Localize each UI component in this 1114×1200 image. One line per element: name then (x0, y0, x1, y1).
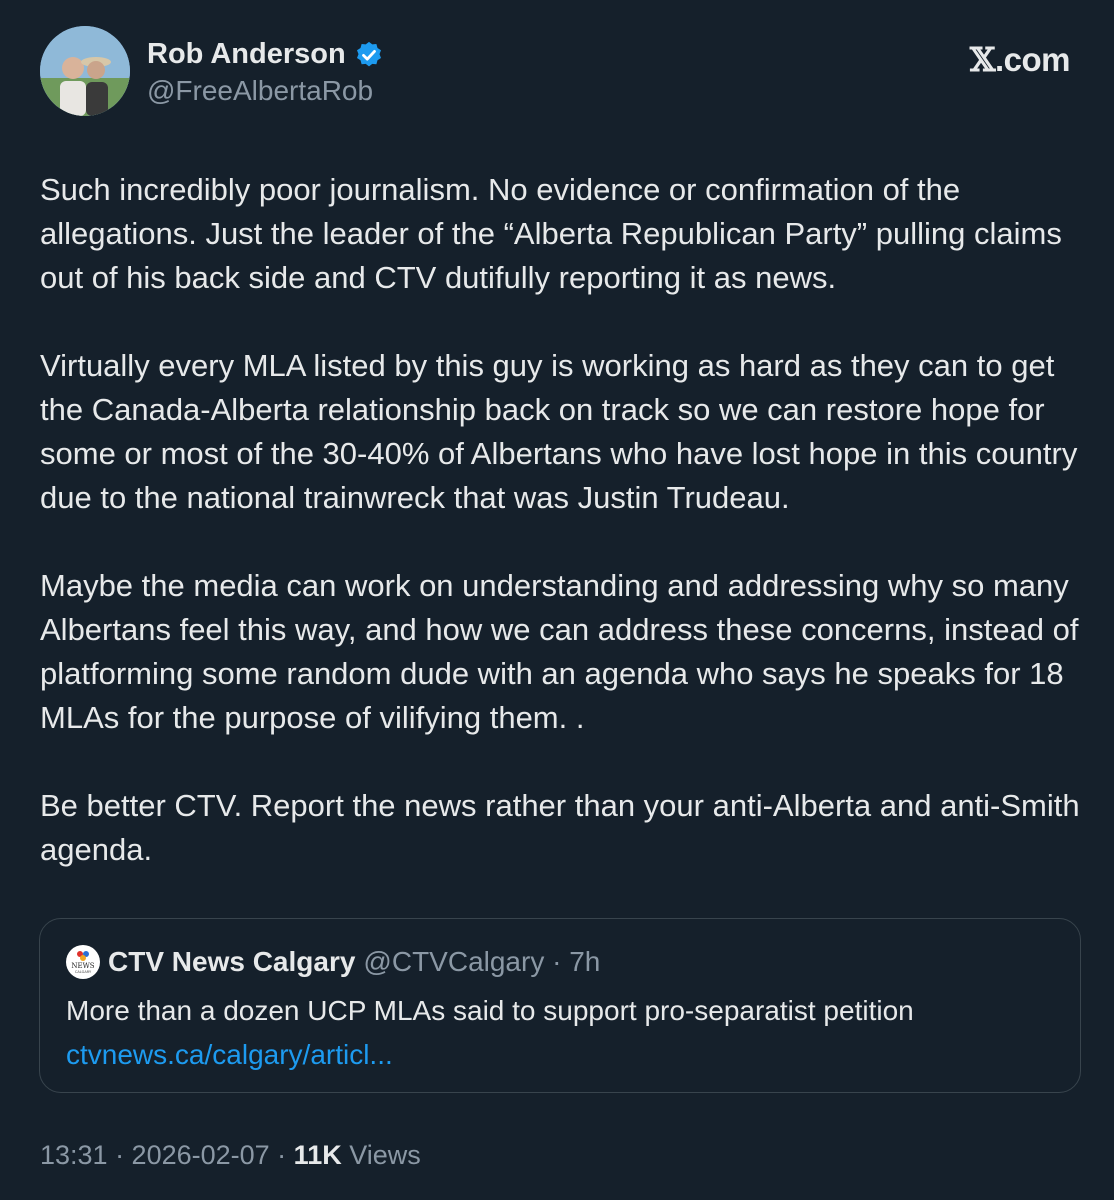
tweet-header: Rob Anderson @FreeAlbertaRob 𝕏.com (40, 26, 1074, 118)
quoted-tweet[interactable]: NEWS CALGARY CTV News Calgary @CTVCalgar… (39, 918, 1081, 1093)
brand-domain: .com (994, 41, 1071, 78)
tweet-meta: 13:31 · 2026-02-07 · 11K Views (40, 1140, 421, 1171)
tweet-paragraph: Be better CTV. Report the news rather th… (40, 788, 1080, 867)
tweet-paragraph: Maybe the media can work on understandin… (40, 568, 1079, 735)
author-block: Rob Anderson @FreeAlbertaRob (147, 38, 384, 107)
avatar[interactable] (40, 26, 130, 116)
x-logo-icon: 𝕏 (969, 40, 996, 79)
views-count: 11K (293, 1140, 342, 1170)
logo-text: NEWS (71, 962, 94, 970)
quoted-display-name[interactable]: CTV News Calgary (108, 946, 355, 978)
display-name[interactable]: Rob Anderson (147, 38, 346, 71)
tweet-text: Such incredibly poor journalism. No evid… (40, 168, 1080, 916)
tweet-paragraph: Such incredibly poor journalism. No evid… (40, 172, 1062, 295)
brand-logo: 𝕏.com (969, 40, 1071, 79)
quoted-article-link[interactable]: ctvnews.ca/calgary/articl... (66, 1039, 393, 1071)
author-handle[interactable]: @FreeAlbertaRob (147, 75, 384, 107)
views-label: Views (341, 1140, 421, 1170)
tweet-paragraph: Virtually every MLA listed by this guy i… (40, 348, 1078, 515)
quoted-tweet-text: More than a dozen UCP MLAs said to suppo… (66, 995, 914, 1026)
quoted-handle-time: @CTVCalgary · 7h (363, 946, 601, 977)
verified-badge-icon (356, 41, 381, 66)
avatar-photo-icon (40, 26, 130, 116)
logo-subtext: CALGARY (75, 970, 92, 974)
quoted-tweet-header: NEWS CALGARY CTV News Calgary @CTVCalgar… (66, 945, 600, 979)
timestamp[interactable]: 13:31 · 2026-02-07 · (40, 1140, 294, 1170)
ctv-news-logo-icon: NEWS CALGARY (66, 945, 100, 979)
